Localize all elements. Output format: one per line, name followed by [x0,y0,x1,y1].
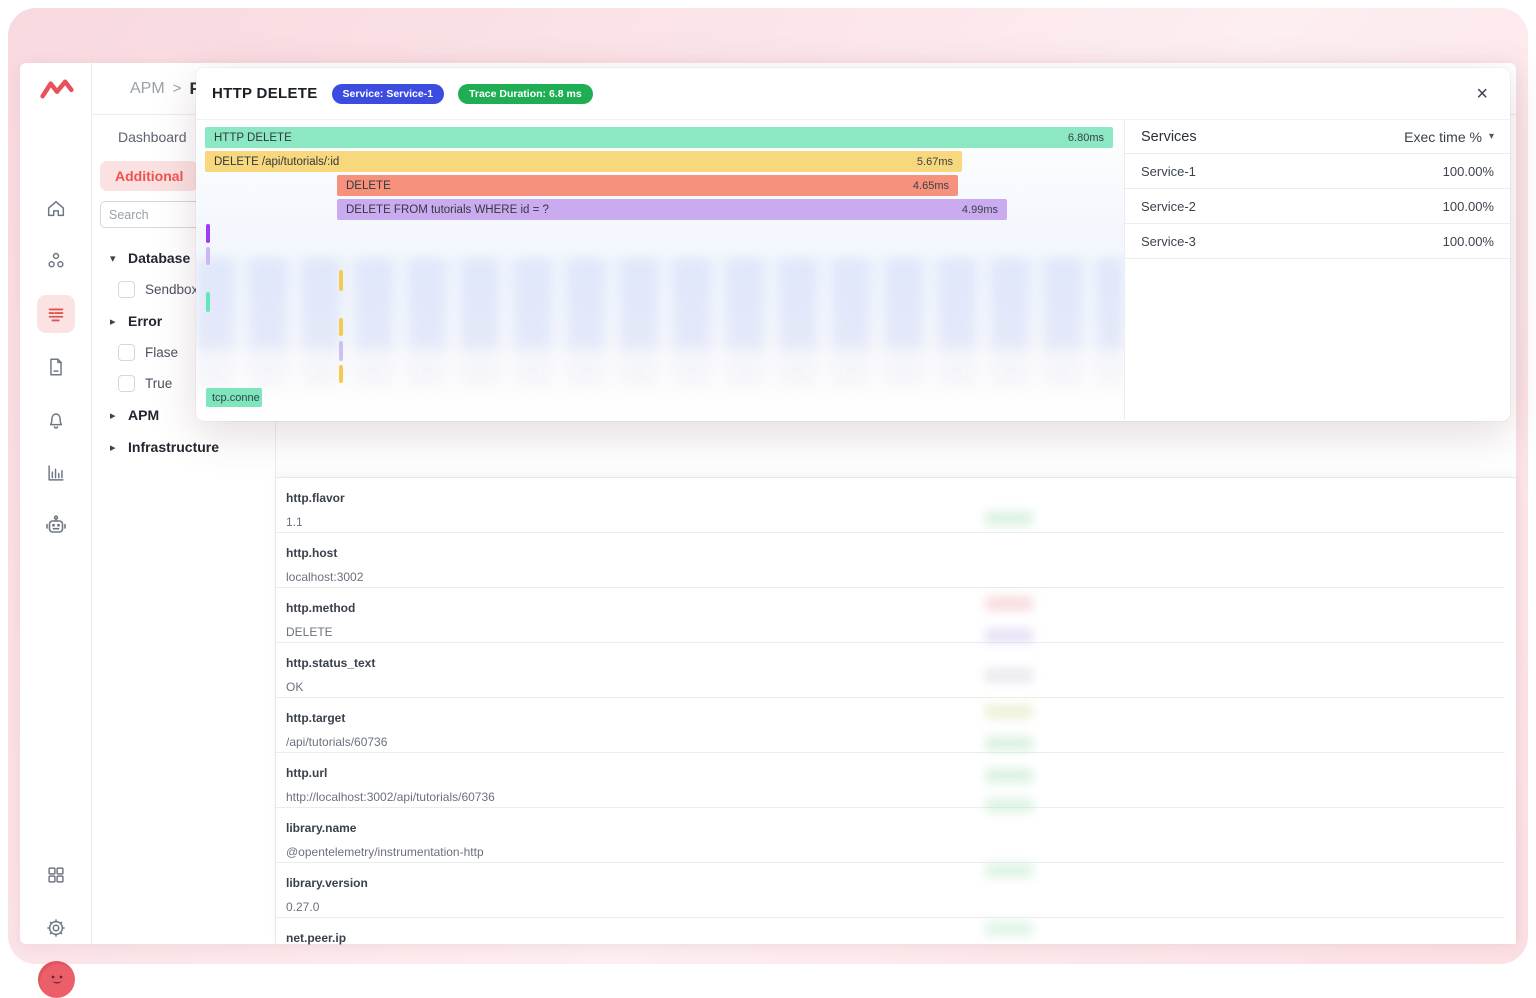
attribute-row: library.version 0.27.0 [276,863,1504,918]
span-bar-delete-route[interactable]: DELETE /api/tutorials/:id 5.67ms [205,151,962,172]
metrics-chart-icon[interactable] [37,454,75,492]
filter-group-infrastructure[interactable]: ▸ Infrastructure [100,431,267,463]
chevron-down-icon: ▾ [1489,131,1494,142]
attribute-row: http.method DELETE [276,588,1504,643]
assistant-robot-icon[interactable] [37,507,75,545]
user-avatar[interactable] [38,961,75,998]
services-panel-header: Services Exec time % ▾ [1125,120,1510,154]
span-duration: 5.67ms [917,156,953,168]
mini-span[interactable] [206,247,210,265]
close-icon[interactable]: × [1470,82,1494,106]
attribute-row: http.host localhost:3002 [276,533,1504,588]
trace-detail-modal: HTTP DELETE Service: Service-1 Trace Dur… [196,68,1510,421]
traces-icon[interactable] [37,295,75,333]
trace-waterfall: HTTP DELETE 6.80ms DELETE /api/tutorials… [196,120,1125,420]
breadcrumb-separator: > [173,80,182,97]
trace-duration-badge: Trace Duration: 6.8 ms [458,84,593,104]
checkbox-unchecked[interactable] [118,281,135,298]
home-icon[interactable] [37,190,75,228]
app-window: APM > Pro Dashboard Additional ▾ Databas… [20,63,1516,944]
attribute-row: net.peer.ip [276,918,1504,973]
blurred-badge [985,798,1033,813]
span-bar-tcp-connect[interactable]: tcp.conne [206,388,262,407]
mini-span[interactable] [206,292,210,312]
blurred-badge [985,511,1033,526]
span-bar-delete[interactable]: DELETE 4.65ms [337,175,958,196]
chevron-right-icon: ▸ [110,409,120,422]
mini-span[interactable] [206,224,210,243]
service-badge: Service: Service-1 [332,84,444,104]
hierarchy-icon[interactable] [37,242,75,280]
brand-logo-icon[interactable] [39,75,75,108]
span-attributes-list: http.flavor 1.1 http.host localhost:3002… [276,477,1516,944]
modal-title: HTTP DELETE [212,85,318,102]
mini-span[interactable] [339,365,343,383]
apps-grid-icon[interactable] [37,856,75,894]
icon-rail [20,63,92,944]
blurred-badge [985,863,1033,878]
modal-header: HTTP DELETE Service: Service-1 Trace Dur… [196,68,1510,120]
blurred-span-rows [196,352,1124,388]
additional-filter-badge[interactable]: Additional [100,161,198,191]
attribute-row: library.name @opentelemetry/instrumentat… [276,808,1504,863]
blurred-span-rows [196,258,1124,350]
attribute-row: http.status_text OK [276,643,1504,698]
span-duration: 4.65ms [913,180,949,192]
services-title: Services [1141,129,1197,145]
attribute-row: http.target /api/tutorials/60736 [276,698,1504,753]
blurred-badge [985,736,1033,751]
attribute-row: http.url http://localhost:3002/api/tutor… [276,753,1504,808]
blurred-badge [985,768,1033,783]
mini-span[interactable] [339,341,343,361]
document-icon[interactable] [37,348,75,386]
breadcrumb-section[interactable]: APM [130,80,165,98]
span-bar-sql-delete[interactable]: DELETE FROM tutorials WHERE id = ? 4.99m… [337,199,1007,220]
blurred-badge [985,704,1033,719]
blurred-badge [985,668,1033,683]
service-row[interactable]: Service-1 100.00% [1125,154,1510,189]
modal-body: HTTP DELETE 6.80ms DELETE /api/tutorials… [196,120,1510,420]
service-row[interactable]: Service-2 100.00% [1125,189,1510,224]
span-duration: 6.80ms [1068,132,1104,144]
settings-gear-icon[interactable] [37,909,75,947]
mini-span[interactable] [339,270,343,291]
chevron-right-icon: ▸ [110,441,120,454]
chevron-right-icon: ▸ [110,315,120,328]
checkbox-unchecked[interactable] [118,375,135,392]
notifications-bell-icon[interactable] [37,401,75,439]
exec-time-sort[interactable]: Exec time % ▾ [1404,129,1494,145]
attribute-row: http.flavor 1.1 [276,478,1504,533]
blurred-badge [985,596,1033,611]
service-row[interactable]: Service-3 100.00% [1125,224,1510,259]
blurred-badge [985,921,1033,936]
mini-span[interactable] [339,318,343,336]
span-bar-http-delete[interactable]: HTTP DELETE 6.80ms [205,127,1113,148]
blurred-badge [985,628,1033,643]
span-duration: 4.99ms [962,204,998,216]
checkbox-unchecked[interactable] [118,344,135,361]
chevron-down-icon: ▾ [110,252,120,265]
services-panel: Services Exec time % ▾ Service-1 100.00%… [1125,120,1510,420]
